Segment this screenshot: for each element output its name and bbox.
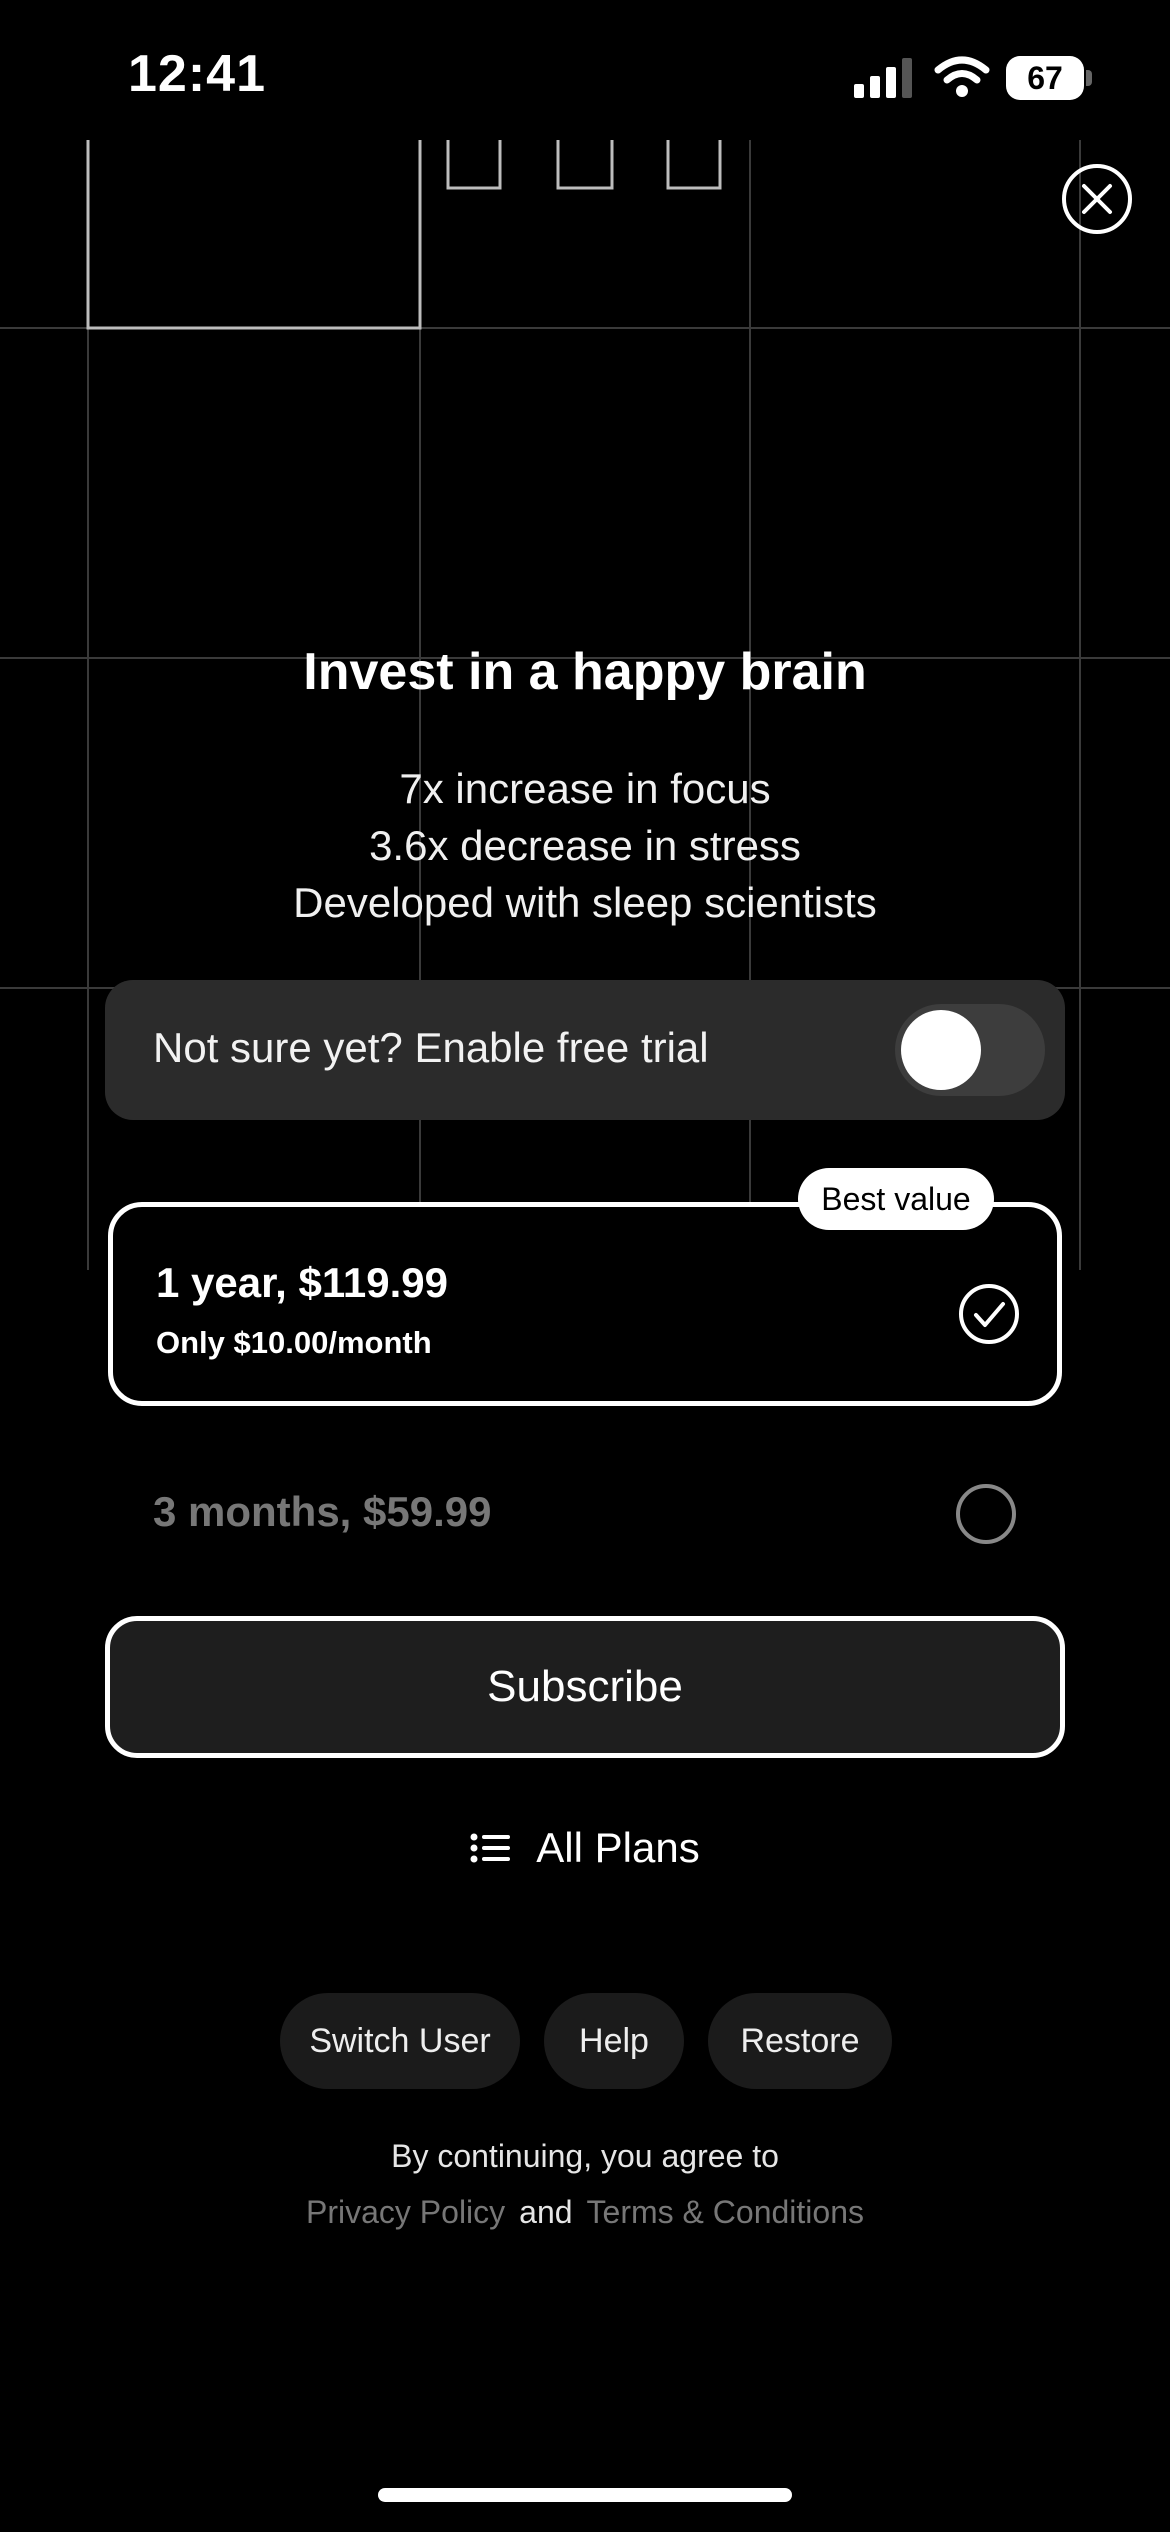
all-plans-label: All Plans [536,1824,700,1871]
plan-title: 3 months, $59.99 [153,1488,492,1535]
free-trial-toggle[interactable] [895,1004,1045,1096]
switch-user-button[interactable]: Switch User [280,1993,520,2089]
list-icon [470,1833,511,1863]
legal-links: Privacy Policy and Terms & Conditions [0,2194,1170,2231]
terms-link[interactable]: Terms & Conditions [587,2194,864,2231]
restore-button[interactable]: Restore [708,1993,892,2089]
free-trial-row: Not sure yet? Enable free trial [105,980,1065,1120]
home-indicator[interactable] [378,2488,792,2502]
benefit-item: 7x increase in focus [399,765,771,812]
battery-level: 67 [1006,56,1084,100]
close-icon [1082,184,1112,214]
plan-title: 1 year, $119.99 [156,1259,448,1306]
best-value-badge: Best value [798,1168,994,1230]
benefit-item: Developed with sleep scientists [293,879,877,926]
free-trial-label: Not sure yet? Enable free trial [153,1024,709,1071]
checkmark-circle-icon [959,1284,1019,1344]
battery-icon: 67 [1006,56,1092,100]
toggle-knob [901,1010,981,1090]
wifi-icon [934,56,990,97]
plan-option-quarterly[interactable]: 3 months, $59.99 [108,1468,1062,1558]
plan-subtitle: Only $10.00/month [156,1325,432,1360]
privacy-policy-link[interactable]: Privacy Policy [306,2194,505,2231]
subscribe-button[interactable]: Subscribe [105,1616,1065,1758]
legal-text: By continuing, you agree to [391,2138,779,2174]
help-button[interactable]: Help [544,1993,684,2089]
status-time: 12:41 [128,45,266,103]
all-plans-link[interactable]: All Plans [0,1818,1170,1878]
benefits-list: 7x increase in focus 3.6x decrease in st… [0,760,1170,931]
legal-and-text: and [519,2194,573,2230]
benefit-item: 3.6x decrease in stress [369,822,801,869]
radio-unselected-icon [956,1484,1016,1544]
signal-icon [854,58,912,98]
close-button[interactable] [1062,164,1132,234]
page-title: Invest in a happy brain [303,643,867,701]
plan-option-yearly[interactable]: 1 year, $119.99 Only $10.00/month [108,1202,1062,1406]
